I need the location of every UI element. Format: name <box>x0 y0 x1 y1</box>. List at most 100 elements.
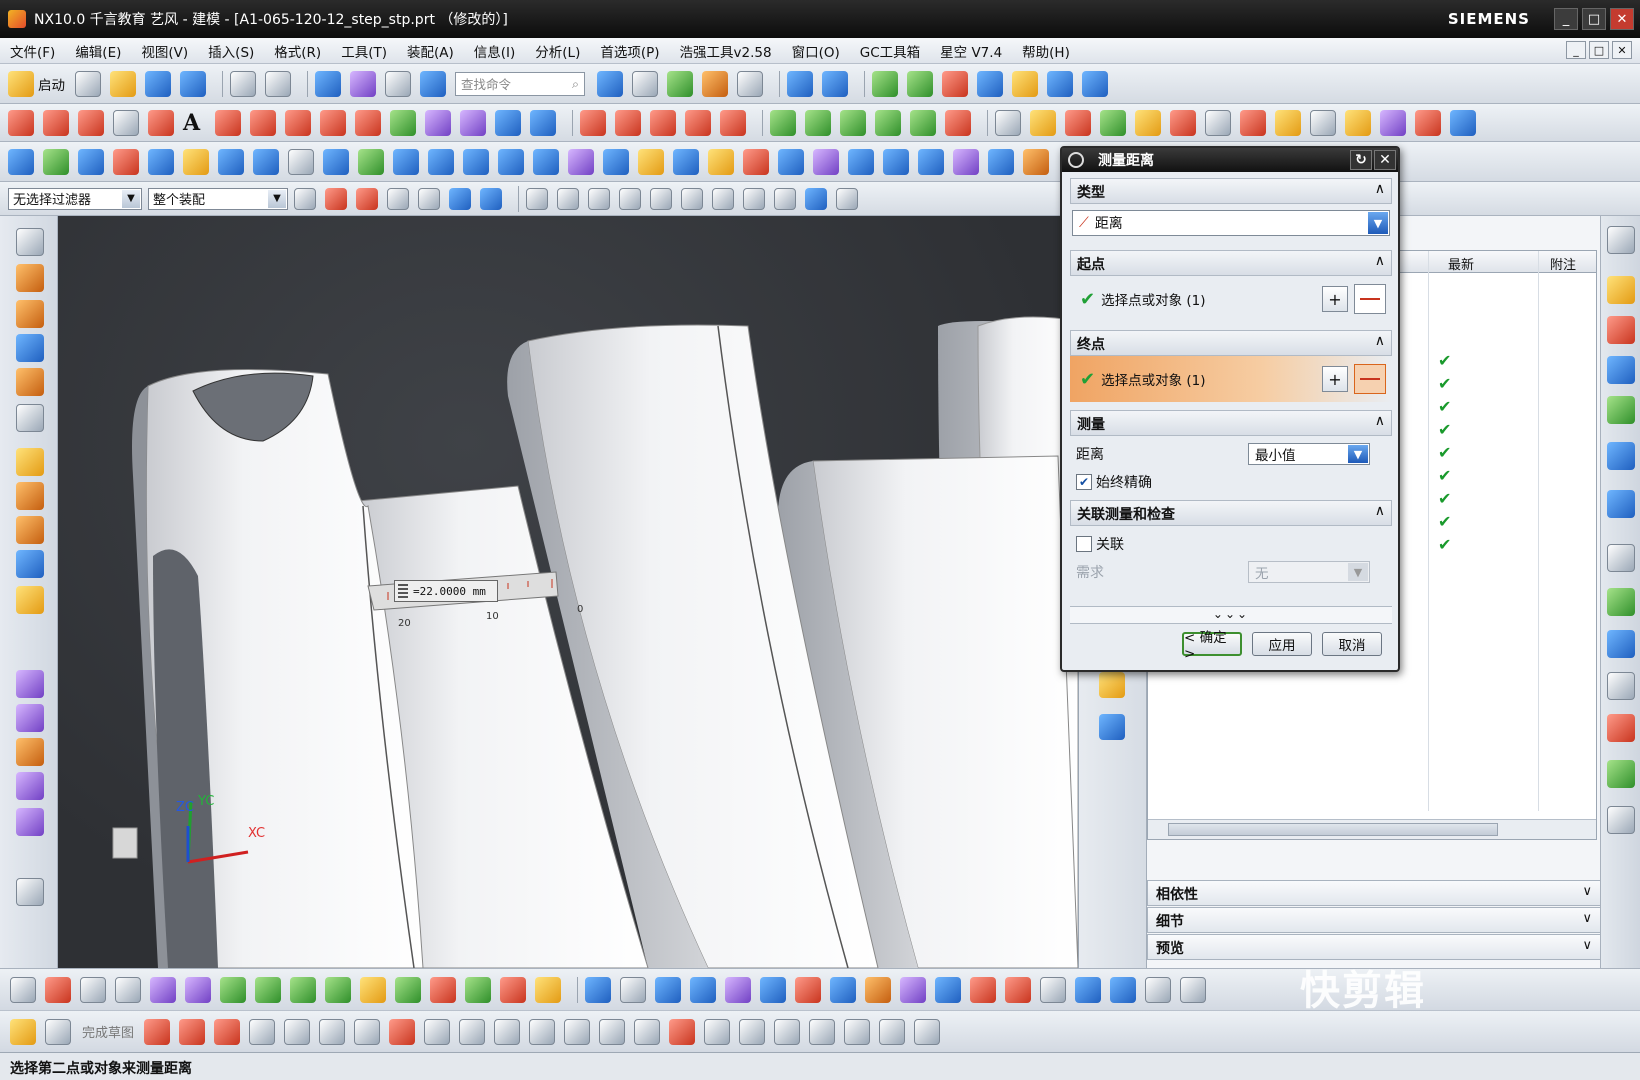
draft-icon[interactable] <box>778 148 804 175</box>
snap-existing-icon[interactable] <box>743 187 765 210</box>
system-material-icon[interactable] <box>1607 588 1635 616</box>
green-cube-icon[interactable] <box>395 976 421 1003</box>
sketch-icon[interactable] <box>10 1018 36 1045</box>
column-note[interactable]: 附注 <box>1550 254 1576 273</box>
arc-icon[interactable] <box>78 109 104 136</box>
extrude-feature-icon[interactable] <box>16 264 44 292</box>
doc-restore-button[interactable]: □ <box>1589 41 1609 59</box>
graphics-viewport[interactable]: =22.0000 mm 20 10 0 XC YC ZC <box>58 216 1078 968</box>
thread-icon[interactable] <box>638 148 664 175</box>
close-button[interactable]: ✕ <box>1610 8 1634 30</box>
scrollbar-thumb[interactable] <box>1168 823 1498 836</box>
thread-feature-icon[interactable] <box>16 404 44 432</box>
group-end-header[interactable]: 终点 ∧ <box>1070 330 1392 356</box>
snowflake-icon[interactable] <box>288 148 314 175</box>
menu-information[interactable]: 信息(I) <box>474 41 516 61</box>
table-icon[interactable] <box>1310 109 1336 136</box>
trim-curve-icon[interactable] <box>285 109 311 136</box>
section-curve-icon[interactable] <box>460 109 486 136</box>
sketch-chamfer-icon[interactable] <box>319 1018 346 1045</box>
patch-icon[interactable] <box>953 148 979 175</box>
snap-intersection-icon[interactable] <box>650 187 672 210</box>
orient-view-icon[interactable] <box>597 70 623 97</box>
snap-point-icon[interactable] <box>526 187 548 210</box>
resize-icon[interactable] <box>1110 976 1136 1003</box>
menu-format[interactable]: 格式(R) <box>274 41 321 61</box>
arrow-right-icon[interactable] <box>185 976 211 1003</box>
mirror-feature-icon[interactable] <box>16 586 44 614</box>
column-latest[interactable]: 最新 <box>1448 254 1474 273</box>
hexagon-icon[interactable] <box>1180 976 1206 1003</box>
magnifier-icon[interactable] <box>148 148 174 175</box>
point-dialog-button[interactable]: + <box>1322 286 1348 312</box>
menu-help[interactable]: 帮助(H) <box>1022 41 1070 61</box>
sketch-fillet-icon[interactable] <box>284 1018 311 1045</box>
check-feature-icon[interactable] <box>358 148 384 175</box>
eraser-icon[interactable] <box>1030 109 1056 136</box>
replace-face-icon[interactable] <box>935 976 961 1003</box>
point-dialog-button[interactable]: + <box>1322 366 1348 392</box>
wrap-curve-icon[interactable] <box>530 109 556 136</box>
dialog-close-icon[interactable]: ✕ <box>1374 150 1396 170</box>
revolve-icon[interactable] <box>463 148 489 175</box>
layer-icon[interactable] <box>770 109 796 136</box>
reset-icon[interactable]: ↻ <box>1350 150 1372 170</box>
delete-face-icon[interactable] <box>1005 976 1031 1003</box>
line-icon[interactable] <box>8 109 34 136</box>
offset-face-icon[interactable] <box>988 148 1014 175</box>
prev-view-icon[interactable] <box>290 976 316 1003</box>
chamfer-icon[interactable] <box>743 148 769 175</box>
redo-icon[interactable] <box>265 70 291 97</box>
sketch-point-icon[interactable] <box>424 1018 451 1045</box>
info-icon[interactable] <box>420 70 446 97</box>
curve-length-icon[interactable] <box>720 109 746 136</box>
tools-icon[interactable] <box>1240 109 1266 136</box>
color-icon[interactable] <box>500 976 526 1003</box>
boss-icon[interactable] <box>673 148 699 175</box>
layer-move-icon[interactable] <box>907 70 933 97</box>
edge-style-icon[interactable] <box>702 70 728 97</box>
offset-region-icon[interactable] <box>1040 976 1066 1003</box>
save-as-icon[interactable] <box>180 70 206 97</box>
slot-icon[interactable] <box>568 148 594 175</box>
save-icon[interactable] <box>145 70 171 97</box>
move-face-icon[interactable] <box>900 976 926 1003</box>
hierarchy-icon[interactable] <box>1380 109 1406 136</box>
menu-view[interactable]: 视图(V) <box>141 41 188 61</box>
layer-category-icon[interactable] <box>910 109 936 136</box>
unite-icon[interactable] <box>16 448 44 476</box>
gear-icon[interactable] <box>1068 152 1084 168</box>
wcs-display-icon[interactable] <box>16 878 44 906</box>
menu-haoqiang-tools[interactable]: 浩强工具v2.58 <box>680 41 772 61</box>
bridge-curve-icon[interactable] <box>685 109 711 136</box>
assembly-move-icon[interactable] <box>16 808 44 836</box>
offset-curve-icon[interactable] <box>250 109 276 136</box>
list-icon[interactable] <box>1607 806 1635 834</box>
assembly-add-icon[interactable] <box>16 670 44 698</box>
minimize-button[interactable]: _ <box>1554 8 1578 30</box>
select-body-icon[interactable] <box>449 187 471 210</box>
next-view-icon[interactable] <box>325 976 351 1003</box>
align-icon[interactable] <box>1075 976 1101 1003</box>
hole-icon[interactable] <box>218 148 244 175</box>
always-accurate-checkbox[interactable]: ✔ <box>1076 474 1092 490</box>
select-face-icon[interactable] <box>480 187 502 210</box>
sketch-relation-icon[interactable] <box>739 1018 766 1045</box>
sketch-convert-icon[interactable] <box>844 1018 871 1045</box>
wcs-dynamic-icon[interactable] <box>80 976 106 1003</box>
transform-icon[interactable] <box>945 109 971 136</box>
sketch-constraint-icon[interactable] <box>669 1018 696 1045</box>
grid-snap-icon[interactable] <box>836 187 858 210</box>
menu-gc-toolbox[interactable]: GC工具箱 <box>860 41 920 61</box>
cube-icon[interactable] <box>360 976 386 1003</box>
select-feature-icon[interactable] <box>325 187 347 210</box>
pocket-icon[interactable] <box>498 148 524 175</box>
pattern-icon[interactable] <box>253 148 279 175</box>
group-associative-header[interactable]: 关联测量和检查 ∧ <box>1070 500 1392 526</box>
selection-filter-dropdown[interactable]: 无选择过滤器 ▼ <box>8 187 142 210</box>
drag-handle-icon[interactable] <box>398 584 408 598</box>
menu-insert[interactable]: 插入(S) <box>208 41 254 61</box>
menu-analysis[interactable]: 分析(L) <box>535 41 580 61</box>
text-tool-icon[interactable]: A <box>183 110 205 136</box>
distance-mode-dropdown[interactable]: 最小值 ▼ <box>1248 443 1370 465</box>
